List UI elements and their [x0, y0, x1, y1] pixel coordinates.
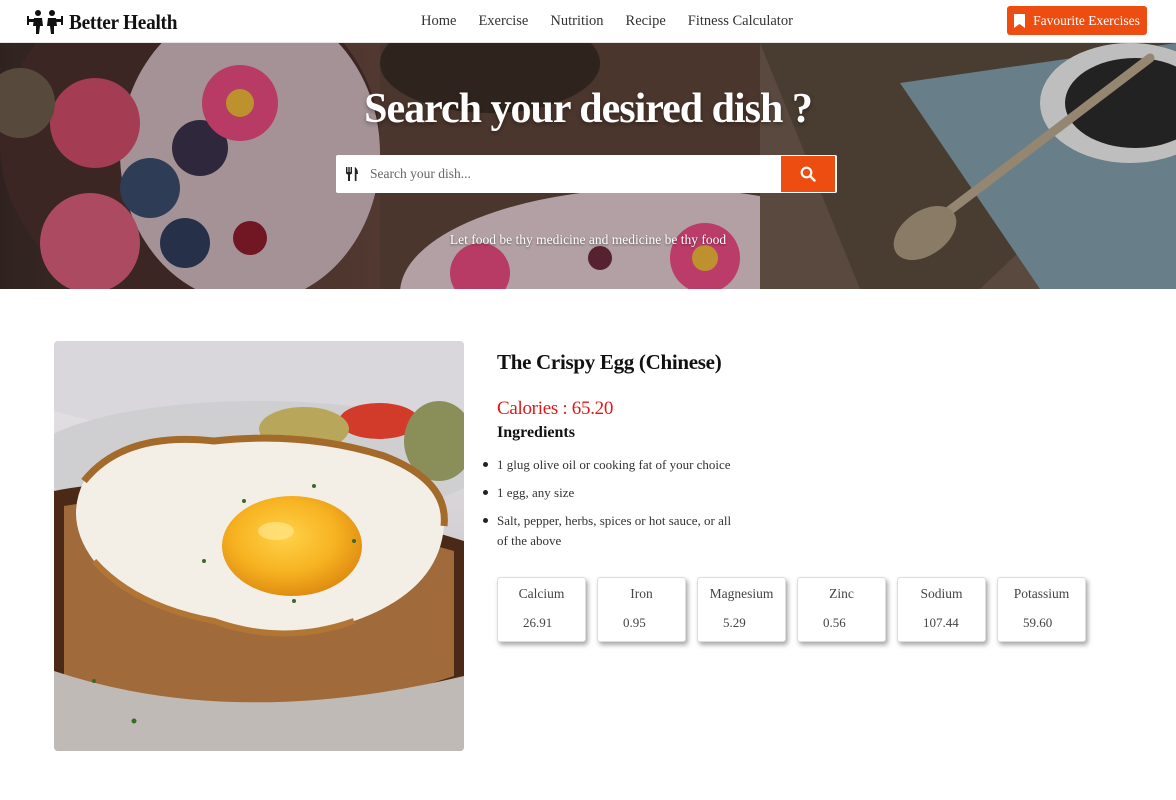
- fried-egg-on-toast-image: [54, 341, 464, 751]
- nutrient-card-potassium: Potassium 59.60: [997, 577, 1086, 642]
- nutrient-name: Magnesium: [709, 586, 774, 601]
- dish-title: The Crispy Egg (Chinese): [497, 350, 722, 374]
- nutrient-card-iron: Iron 0.95: [597, 577, 686, 642]
- nutrient-card-zinc: Zinc 0.56: [797, 577, 886, 642]
- bookmark-icon: [1014, 13, 1026, 28]
- search-icon: [800, 166, 816, 182]
- nutrient-card-magnesium: Magnesium 5.29: [697, 577, 786, 642]
- nutrient-value: 26.91: [523, 615, 553, 630]
- nutrient-cards: Calcium 26.91 Iron 0.95 Magnesium 5.29 Z…: [497, 577, 1086, 642]
- favourite-exercises-label: Favourite Exercises: [1033, 12, 1140, 28]
- fitness-people-logo-icon: [27, 10, 63, 34]
- nutrient-name: Iron: [630, 586, 653, 601]
- nutrient-card-sodium: Sodium 107.44: [897, 577, 986, 642]
- dish-photo: [54, 341, 464, 751]
- hero-quote: Let food be thy medicine and medicine be…: [449, 232, 727, 247]
- nutrient-name: Potassium: [1013, 586, 1070, 601]
- ingredients-heading: Ingredients: [497, 424, 575, 441]
- dish-search-input[interactable]: [370, 156, 781, 192]
- navbar: Better Health Home Exercise Nutrition Re…: [0, 0, 1176, 43]
- nutrient-name: Sodium: [920, 586, 963, 601]
- nav-links: Home Exercise Nutrition Recipe Fitness C…: [421, 13, 815, 30]
- nav-nutrition[interactable]: Nutrition: [550, 13, 603, 30]
- hero-banner: Search your desired dish ? Let food be t…: [0, 43, 1176, 289]
- nutrient-value: 0.95: [623, 615, 646, 630]
- search-button[interactable]: [781, 156, 835, 192]
- nav-home[interactable]: Home: [421, 13, 456, 30]
- nutrient-name: Zinc: [829, 586, 854, 601]
- nutrient-value: 0.56: [823, 615, 846, 630]
- ingredient-item: Salt, pepper, herbs, spices or hot sauce…: [483, 511, 742, 551]
- fork-knife-icon: [346, 167, 358, 181]
- nutrient-card-calcium: Calcium 26.91: [497, 577, 586, 642]
- nutrient-value: 59.60: [1023, 615, 1053, 630]
- ingredients-list: 1 glug olive oil or cooking fat of your …: [483, 455, 742, 559]
- brand[interactable]: Better Health: [27, 8, 187, 36]
- ingredient-item: 1 glug olive oil or cooking fat of your …: [483, 455, 742, 475]
- dish-search-bar: [336, 155, 837, 193]
- favourite-exercises-button[interactable]: Favourite Exercises: [1007, 6, 1147, 35]
- nav-fitness-calculator[interactable]: Fitness Calculator: [688, 13, 793, 30]
- brand-name: Better Health: [69, 9, 178, 34]
- nav-exercise[interactable]: Exercise: [478, 13, 528, 30]
- dish-calories: Calories : 65.20: [497, 398, 614, 419]
- nutrient-value: 5.29: [723, 615, 746, 630]
- ingredient-item: 1 egg, any size: [483, 483, 742, 503]
- nutrient-value: 107.44: [923, 615, 959, 630]
- nav-recipe[interactable]: Recipe: [626, 13, 666, 30]
- hero-title: Search your desired dish ?: [364, 86, 813, 132]
- nutrient-name: Calcium: [518, 586, 565, 601]
